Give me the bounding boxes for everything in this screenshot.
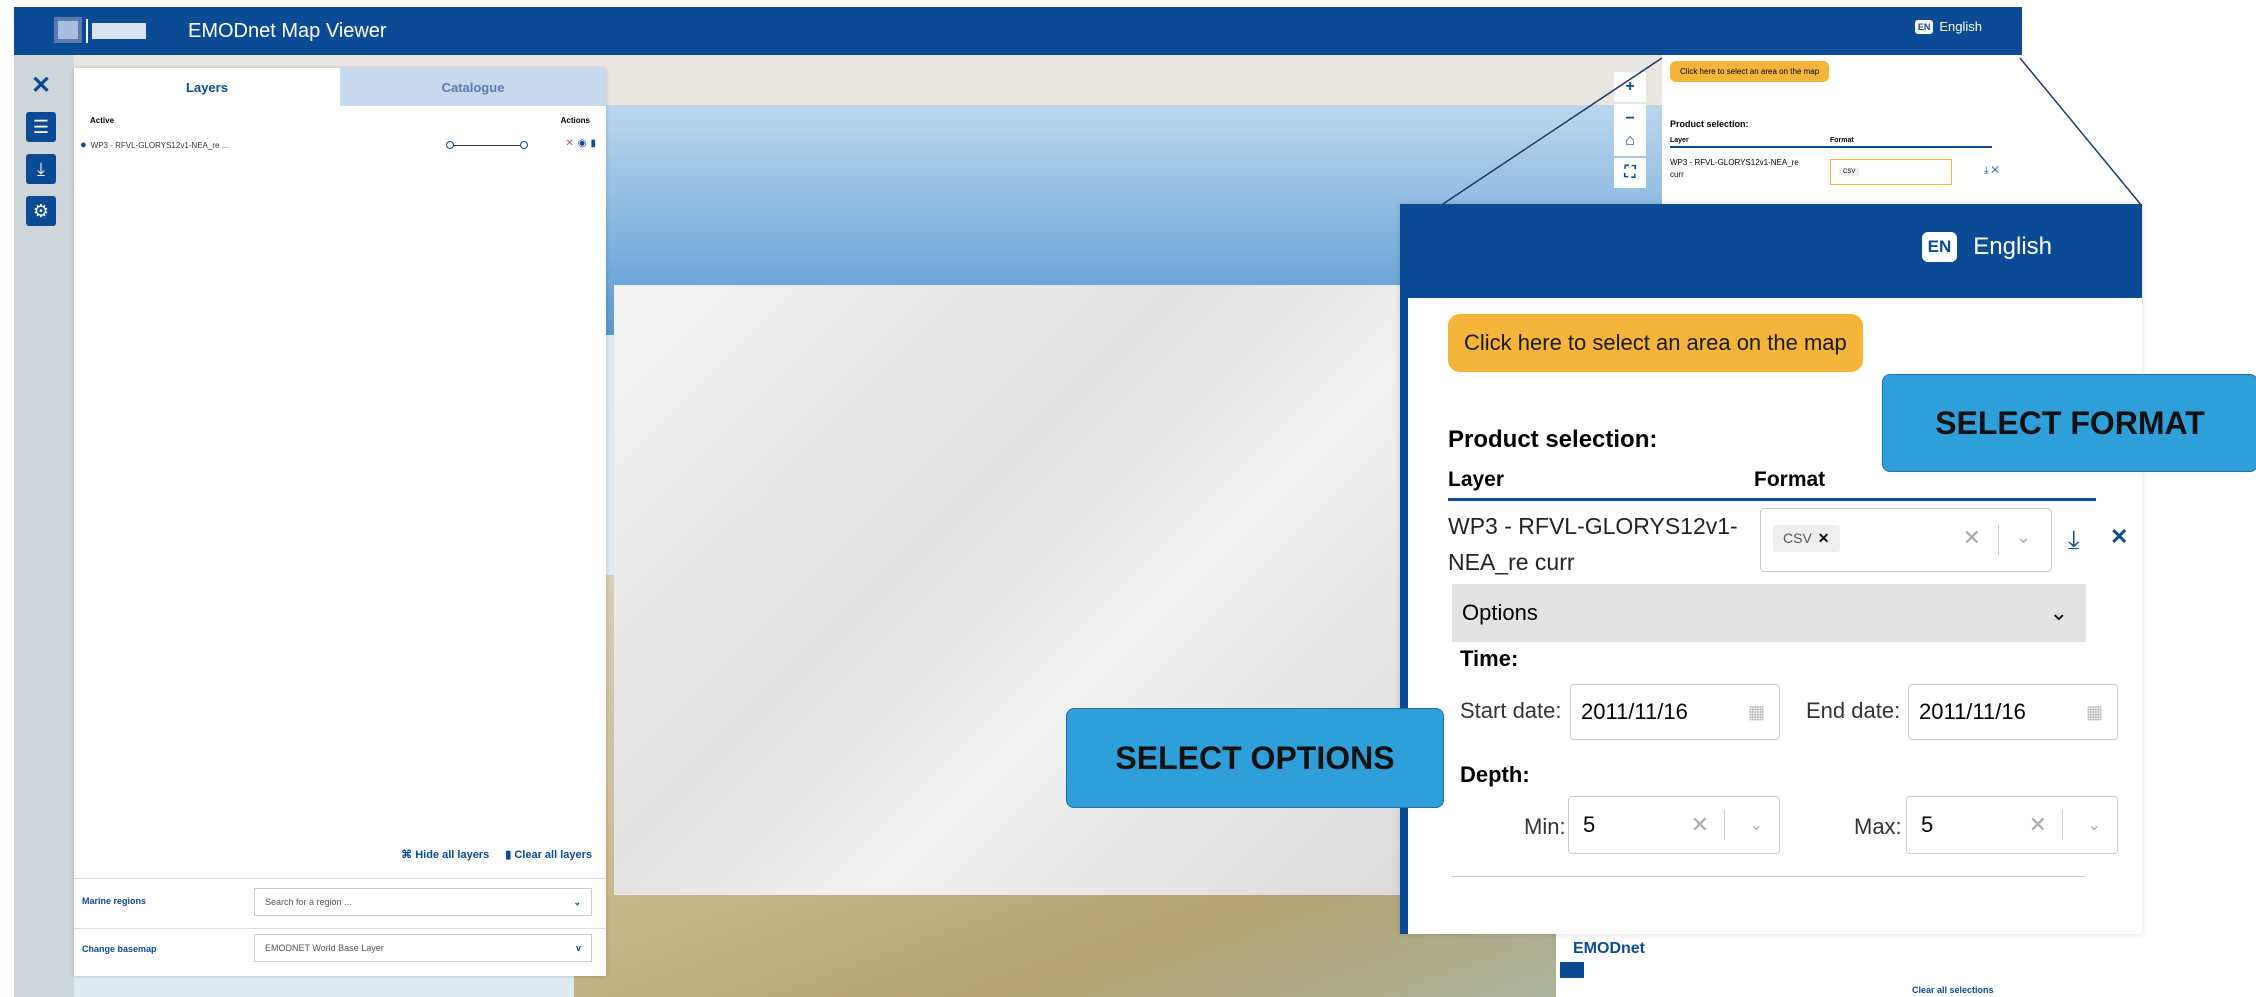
zoomed-download-panel: EN English Click here to select an area … bbox=[1400, 204, 2142, 934]
calendar-icon[interactable]: ▦ bbox=[2086, 702, 2103, 723]
select-separator bbox=[1998, 525, 1999, 555]
select-area-button[interactable]: Click here to select an area on the map bbox=[1448, 314, 1863, 372]
format-chip: CSV ✕ bbox=[1773, 525, 1840, 552]
product-selection-title: Product selection: bbox=[1448, 426, 1658, 453]
min-depth-value: 5 bbox=[1583, 812, 1596, 837]
chevron-down-icon[interactable]: ⌄ bbox=[1750, 815, 1763, 835]
max-depth-select[interactable]: 5 ✕ ⌄ bbox=[1906, 796, 2118, 854]
start-date-value: 2011/11/16 bbox=[1581, 699, 1688, 724]
clear-format-icon[interactable]: ✕ bbox=[1963, 525, 1981, 551]
clear-min-icon[interactable]: ✕ bbox=[1691, 812, 1709, 838]
select-options-callout: SELECT OPTIONS bbox=[1066, 708, 1444, 808]
language-icon: EN bbox=[1921, 232, 1958, 262]
format-chip-label: CSV bbox=[1783, 530, 1812, 546]
max-depth-label: Max: bbox=[1854, 814, 1902, 839]
panel-divider bbox=[1452, 876, 2086, 877]
product-layer-name: WP3 - RFVL-GLORYS12v1-NEA_re curr bbox=[1448, 513, 1738, 575]
end-date-value: 2011/11/16 bbox=[1919, 699, 2026, 724]
min-depth-select[interactable]: 5 ✕ ⌄ bbox=[1568, 796, 1780, 854]
zoomed-left-border bbox=[1400, 298, 1408, 934]
language-label: English bbox=[1973, 233, 2052, 260]
end-date-input[interactable]: 2011/11/16 ▦ bbox=[1908, 684, 2118, 740]
select-separator bbox=[1724, 810, 1725, 840]
end-date-label: End date: bbox=[1806, 698, 1901, 723]
format-select[interactable]: CSV ✕ ✕ ⌄ bbox=[1760, 508, 2052, 572]
remove-icon[interactable]: ✕ bbox=[2110, 524, 2128, 550]
options-label: Options bbox=[1462, 600, 1538, 625]
start-date-label: Start date: bbox=[1460, 698, 1562, 723]
max-depth-value: 5 bbox=[1921, 812, 1934, 837]
select-separator bbox=[2062, 810, 2063, 840]
format-header: Format bbox=[1754, 468, 1826, 491]
chevron-down-icon[interactable]: ⌄ bbox=[2088, 815, 2101, 835]
min-depth-label: Min: bbox=[1524, 814, 1566, 839]
depth-label: Depth: bbox=[1460, 762, 1530, 787]
chevron-down-icon[interactable]: ⌄ bbox=[2016, 527, 2031, 548]
zoomed-header: EN English bbox=[1400, 204, 2142, 298]
remove-chip-icon[interactable]: ✕ bbox=[1818, 530, 1830, 546]
layer-header: Layer bbox=[1448, 468, 1505, 491]
clear-max-icon[interactable]: ✕ bbox=[2029, 812, 2047, 838]
select-format-callout: SELECT FORMAT bbox=[1882, 374, 2256, 472]
calendar-icon[interactable]: ▦ bbox=[1748, 702, 1765, 723]
time-label: Time: bbox=[1460, 646, 1519, 671]
start-date-input[interactable]: 2011/11/16 ▦ bbox=[1570, 684, 1780, 740]
chevron-down-icon: ⌄ bbox=[2049, 600, 2068, 625]
options-accordion[interactable]: Options ⌄ bbox=[1452, 584, 2086, 642]
zoomed-language-selector[interactable]: EN English bbox=[1921, 232, 2052, 262]
download-icon[interactable]: ⤓ bbox=[2068, 524, 2080, 556]
